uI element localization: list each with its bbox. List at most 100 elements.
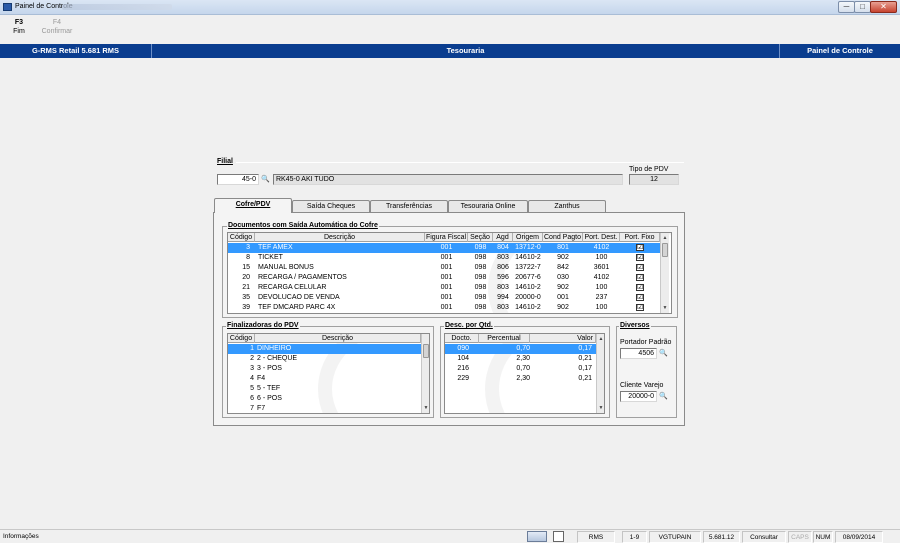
- port-fixo-checkbox[interactable]: ☑: [636, 244, 644, 251]
- binoculars-icon[interactable]: 🔍: [658, 348, 669, 359]
- maximize-button[interactable]: □: [854, 1, 871, 13]
- documentos-title: Documentos com Saída Automática do Cofre: [227, 221, 379, 230]
- desc-qtd-header: Docto. Percentual Valor: [445, 334, 596, 343]
- binoculars-icon[interactable]: 🔍: [260, 174, 271, 185]
- tipo-pdv-field: 12: [629, 174, 679, 185]
- close-button[interactable]: ✕: [870, 1, 897, 13]
- tab-transferencias[interactable]: Transferências: [370, 200, 448, 212]
- status-version: 5.681.12: [703, 531, 740, 543]
- window-title-redacted: [62, 4, 172, 10]
- docto-cell: 090: [457, 345, 469, 352]
- agd-cell: 803: [497, 284, 509, 291]
- scroll-thumb[interactable]: [423, 344, 429, 358]
- agd-cell: 806: [497, 264, 509, 271]
- cond-pagto-cell: 801: [557, 244, 569, 251]
- scroll-up-icon[interactable]: ▲: [661, 234, 669, 242]
- minimize-button[interactable]: ─: [838, 1, 855, 13]
- status-app: RMS: [577, 531, 615, 543]
- agd-cell: 804: [497, 244, 509, 251]
- tab-zanthus[interactable]: Zanthus: [528, 200, 606, 212]
- fim-button[interactable]: F3 Fim: [9, 18, 29, 36]
- codigo-cell: 1: [250, 345, 254, 352]
- binoculars-icon[interactable]: 🔍: [658, 391, 669, 402]
- cliente-varejo-input[interactable]: 20000-0: [620, 391, 657, 402]
- table-row[interactable]: 090 0,70 0,17: [445, 344, 596, 354]
- document-icon[interactable]: [553, 531, 564, 542]
- valor-cell: 0,21: [578, 375, 592, 382]
- toolbar: F3 Fim F4 Confirmar: [0, 15, 900, 44]
- portador-padrao-input[interactable]: 4506: [620, 348, 657, 359]
- table-row[interactable]: 3 TEF AMEX 001 098 804 13712-0 801 4102 ☑: [228, 243, 660, 253]
- secao-cell: 098: [474, 294, 487, 301]
- portador-padrao-label: Portador Padrão: [620, 339, 672, 346]
- table-row[interactable]: 8 TICKET 001 098 803 14610-2 902 100 ☑: [228, 253, 660, 263]
- finalizadoras-title: Finalizadoras do PDV: [226, 321, 300, 330]
- table-row[interactable]: 35 DEVOLUCAO DE VENDA 001 098 994 20000-0 001 2…: [228, 293, 660, 303]
- scroll-down-icon[interactable]: ▼: [422, 404, 429, 412]
- valor-cell: 0,21: [578, 355, 592, 362]
- scroll-up-icon[interactable]: ▲: [597, 335, 604, 343]
- port-fixo-checkbox[interactable]: ☑: [636, 294, 644, 301]
- port-fixo-checkbox[interactable]: ☑: [636, 274, 644, 281]
- codigo-cell: 39: [242, 304, 250, 311]
- origem-cell: 14610-2: [515, 304, 541, 311]
- table-row[interactable]: 15 MANUAL BONUS 001 098 806 13722-7 842 3601 ☑: [228, 263, 660, 273]
- documentos-header: Código Descrição Figura Fiscal Seção Agd…: [228, 233, 660, 242]
- port-fixo-checkbox[interactable]: ☑: [636, 304, 644, 311]
- finalizadoras-table[interactable]: Código Descrição ▼ 1 DINHEIRO 2 2 - CHEQUE 3…: [227, 333, 430, 414]
- table-row[interactable]: 20 RECARGA / PAGAMENTOS 001 098 596 20677-6 03…: [228, 273, 660, 283]
- table-row[interactable]: 1 DINHEIRO: [228, 344, 421, 354]
- tab-saida-cheques[interactable]: Saída Cheques: [292, 200, 370, 212]
- table-row[interactable]: 21 RECARGA CELULAR 001 098 803 14610-2 902 100 ☑: [228, 283, 660, 293]
- descricao-cell: DINHEIRO: [257, 345, 292, 352]
- valor-cell: 0,17: [578, 345, 592, 352]
- port-fixo-checkbox[interactable]: ☑: [636, 264, 644, 271]
- descricao-cell: TICKET: [258, 254, 283, 261]
- port-fixo-checkbox[interactable]: ☑: [636, 284, 644, 291]
- col-origem: Origem: [513, 233, 543, 242]
- table-row[interactable]: 66 - POS: [228, 394, 421, 404]
- tipo-pdv-label: Tipo de PDV: [629, 166, 669, 173]
- col-valor: Valor: [530, 334, 596, 343]
- status-info: Informações: [3, 533, 39, 540]
- desc-qtd-table[interactable]: Docto. Percentual Valor ▲ ▼ 090 0,70 0,17 1…: [444, 333, 605, 414]
- port-fixo-checkbox[interactable]: ☑: [636, 254, 644, 261]
- table-row[interactable]: 216 0,70 0,17: [445, 364, 596, 374]
- table-row[interactable]: 4 F4: [228, 374, 421, 384]
- table-row[interactable]: 39 TEF DMCARD PARC 4X 001 098 803 14610-2 902 1…: [228, 303, 660, 313]
- port-dest-cell: 4102: [593, 274, 610, 281]
- status-user: VGTUPAIN: [649, 531, 701, 543]
- desc-qtd-scrollbar[interactable]: ▲ ▼: [596, 334, 604, 413]
- codigo-cell: 3: [250, 365, 254, 372]
- figura-fiscal-cell: 001: [440, 254, 453, 261]
- table-row[interactable]: 22 - CHEQUE: [228, 354, 421, 364]
- scroll-thumb[interactable]: [662, 243, 668, 257]
- documentos-table[interactable]: Código Descrição Figura Fiscal Seção Agd…: [227, 232, 672, 314]
- codigo-cell: 21: [242, 284, 250, 291]
- status-mode: Consultar: [742, 531, 786, 543]
- col-agd: Agd: [493, 233, 513, 242]
- header-product: G-RMS Retail 5.681 RMS: [0, 44, 152, 58]
- finalizadoras-scrollbar[interactable]: ▼: [421, 334, 429, 413]
- cliente-varejo-label: Cliente Varejo: [620, 382, 664, 389]
- figura-fiscal-cell: 001: [440, 244, 453, 251]
- desc-qtd-title: Desc. por Qtd.: [444, 321, 494, 330]
- scroll-down-icon[interactable]: ▼: [661, 304, 669, 312]
- monitor-icon[interactable]: [527, 531, 547, 542]
- tab-cofre-pdv[interactable]: Cofre/PDV: [214, 198, 292, 213]
- table-row[interactable]: 55 - TEF: [228, 384, 421, 394]
- confirmar-label: Confirmar: [41, 28, 73, 35]
- table-row[interactable]: 7 F7: [228, 404, 421, 413]
- table-row[interactable]: 229 2,30 0,21: [445, 374, 596, 384]
- table-row[interactable]: 33 - POS: [228, 364, 421, 374]
- table-row[interactable]: 104 2,30 0,21: [445, 354, 596, 364]
- filial-code-input[interactable]: 45-0: [217, 174, 259, 185]
- status-caps: CAPS: [788, 531, 812, 543]
- tab-tesouraria-online[interactable]: Tesouraria Online: [448, 200, 528, 212]
- descricao-cell: RECARGA / PAGAMENTOS: [258, 274, 347, 281]
- secao-cell: 098: [474, 304, 487, 311]
- col-codigo: Código: [228, 233, 255, 242]
- codigo-cell: 3: [246, 244, 250, 251]
- documentos-scrollbar[interactable]: ▲ ▼: [660, 233, 669, 313]
- scroll-down-icon[interactable]: ▼: [597, 404, 604, 412]
